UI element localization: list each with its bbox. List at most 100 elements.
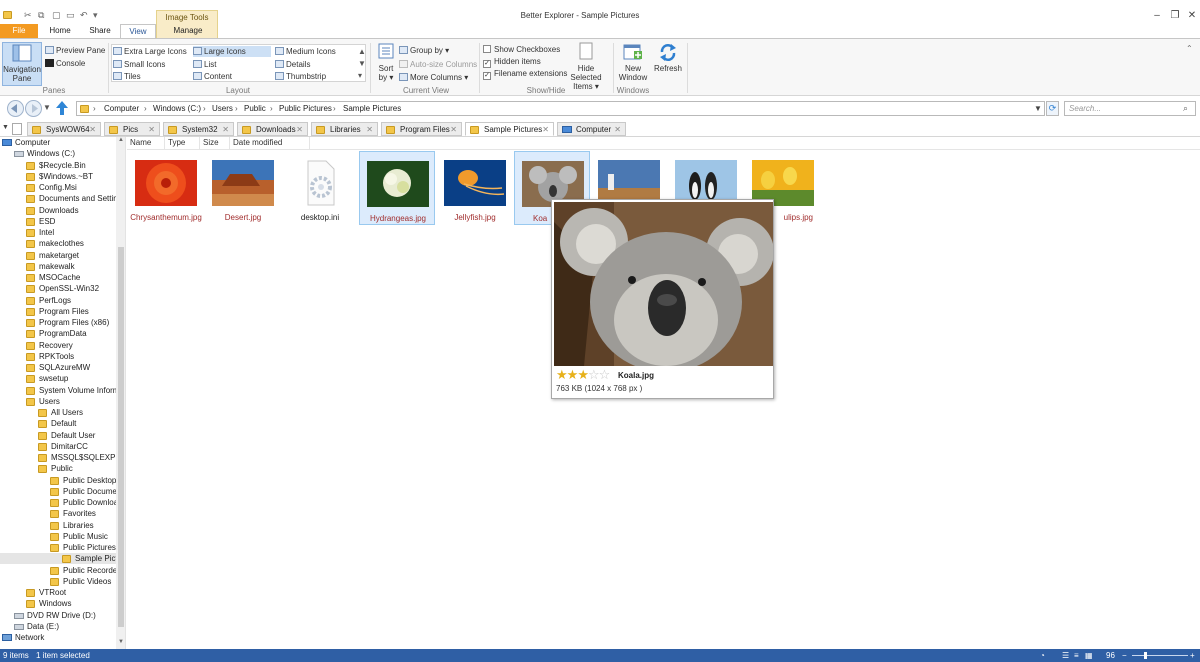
tab-list-dropdown-icon[interactable]: ▼ bbox=[2, 124, 10, 134]
tab-view[interactable]: View bbox=[120, 24, 156, 39]
tree-scrollbar[interactable]: ▲ ▼ bbox=[116, 137, 125, 649]
tree-item[interactable]: Windows bbox=[0, 598, 116, 609]
tree-item[interactable]: DVD RW Drive (D:) bbox=[0, 610, 116, 621]
up-button[interactable] bbox=[55, 100, 69, 118]
breadcrumb-public[interactable]: Public bbox=[244, 104, 266, 113]
breadcrumb-computer[interactable]: Computer bbox=[104, 104, 139, 113]
tab-program-files[interactable]: Program Files ✕ bbox=[381, 122, 462, 136]
tree-item[interactable]: Config.Msi bbox=[0, 182, 116, 193]
hidden-items-toggle[interactable]: ✓ Hidden items bbox=[483, 56, 541, 68]
file-tile-jellyfish[interactable]: Jellyfish.jpg bbox=[437, 151, 513, 225]
file-tile-hydrangeas[interactable]: Hydrangeas.jpg bbox=[359, 151, 435, 225]
tab-system32[interactable]: System32 ✕ bbox=[163, 122, 234, 136]
tree-item[interactable]: Downloads bbox=[0, 205, 116, 216]
tab-share[interactable]: Share bbox=[82, 24, 118, 38]
tree-item[interactable]: MSOCache bbox=[0, 272, 116, 283]
tab-home[interactable]: Home bbox=[42, 24, 78, 38]
show-checkboxes-toggle[interactable]: Show Checkboxes bbox=[483, 44, 560, 55]
zoom-out-icon[interactable]: − bbox=[1122, 649, 1127, 662]
close-button[interactable]: ✕ bbox=[1182, 8, 1200, 24]
zoom-in-icon[interactable]: + bbox=[1190, 649, 1195, 662]
layout-list[interactable]: List bbox=[193, 59, 216, 70]
tree-item[interactable]: Sample Pictures bbox=[0, 553, 125, 565]
console-button[interactable]: Console bbox=[45, 58, 85, 69]
tree-item[interactable]: Public Music bbox=[0, 531, 116, 542]
tree-item[interactable]: Computer bbox=[0, 137, 116, 148]
gallery-scroll-down-icon[interactable]: ▼ bbox=[358, 58, 366, 69]
tree-item[interactable]: ProgramData bbox=[0, 328, 116, 339]
tree-item[interactable]: Users bbox=[0, 396, 116, 407]
tab-close-icon[interactable]: ✕ bbox=[614, 124, 621, 135]
tree-item[interactable]: makeclothes bbox=[0, 238, 116, 249]
star-filled-icon[interactable]: ★ bbox=[567, 367, 579, 382]
layout-large-icons[interactable]: Large Icons bbox=[193, 46, 271, 57]
tab-close-icon[interactable]: ✕ bbox=[222, 124, 229, 135]
view-list-icon[interactable]: ≡ bbox=[1074, 649, 1079, 662]
minimize-button[interactable]: – bbox=[1147, 8, 1167, 24]
navigation-pane-button[interactable]: Navigation Pane bbox=[2, 42, 42, 86]
view-icons-icon[interactable]: ▦ bbox=[1085, 649, 1093, 662]
tree-item[interactable]: Network bbox=[0, 632, 116, 643]
breadcrumb-public-pictures[interactable]: Public Pictures bbox=[279, 104, 332, 113]
tree-item[interactable]: System Volume Information bbox=[0, 385, 125, 396]
tree-item[interactable]: Favorites bbox=[0, 508, 116, 519]
tab-file[interactable]: File bbox=[0, 24, 38, 38]
tree-item[interactable]: All Users bbox=[0, 407, 116, 418]
refresh-button[interactable]: Refresh bbox=[652, 42, 684, 73]
tree-item[interactable]: Default bbox=[0, 418, 116, 429]
column-header-type[interactable]: Type bbox=[165, 137, 200, 149]
sort-by-button[interactable]: Sort by ▾ bbox=[374, 42, 398, 82]
star-filled-icon[interactable]: ★ bbox=[556, 367, 568, 382]
column-header-name[interactable]: Name bbox=[127, 137, 165, 149]
tree-item[interactable]: Intel bbox=[0, 227, 116, 238]
layout-medium-icons[interactable]: Medium Icons bbox=[275, 46, 357, 57]
file-tile-chrysanthemum[interactable]: Chrysanthemum.jpg bbox=[128, 151, 204, 225]
scroll-up-icon[interactable]: ▲ bbox=[118, 137, 124, 143]
scroll-down-icon[interactable]: ▼ bbox=[118, 639, 124, 645]
tree-item[interactable]: RPKTools bbox=[0, 351, 116, 362]
tree-item[interactable]: Windows (C:) bbox=[0, 148, 116, 159]
group-by-button[interactable]: Group by ▾ bbox=[399, 45, 449, 56]
tree-item[interactable]: Public Documents bbox=[0, 486, 125, 497]
tree-item[interactable]: Libraries bbox=[0, 520, 116, 531]
filename-extensions-toggle[interactable]: ✓ Filename extensions bbox=[483, 68, 567, 80]
tab-close-icon[interactable]: ✕ bbox=[542, 124, 549, 135]
gallery-expand-icon[interactable]: ▾ bbox=[358, 70, 362, 81]
tree-item[interactable]: Public Videos bbox=[0, 576, 116, 587]
tree-item[interactable]: Program Files bbox=[0, 306, 116, 317]
layout-small-icons[interactable]: Small Icons bbox=[113, 59, 165, 70]
address-bar[interactable]: › Computer › Windows (C:) › Users › Publ… bbox=[76, 101, 1045, 116]
scrollbar-thumb[interactable] bbox=[118, 247, 124, 627]
tree-item[interactable]: Public bbox=[0, 463, 116, 474]
more-columns-button[interactable]: More Columns ▾ bbox=[399, 72, 468, 83]
layout-tiles[interactable]: Tiles bbox=[113, 71, 141, 82]
zoom-slider-thumb[interactable] bbox=[1144, 652, 1147, 659]
share-icon[interactable]: ◔ bbox=[1040, 649, 1045, 662]
tree-item[interactable]: PerfLogs bbox=[0, 295, 116, 306]
tab-close-icon[interactable]: ✕ bbox=[366, 124, 373, 135]
breadcrumb-users[interactable]: Users bbox=[212, 104, 233, 113]
tree-item[interactable]: $Recycle.Bin bbox=[0, 160, 116, 171]
address-dropdown-icon[interactable]: ▼ bbox=[1034, 104, 1042, 113]
tab-close-icon[interactable]: ✕ bbox=[148, 124, 155, 135]
column-header-size[interactable]: Size bbox=[200, 137, 230, 149]
tree-item[interactable]: $Windows.~BT bbox=[0, 171, 116, 182]
tree-item[interactable]: Default User bbox=[0, 430, 116, 441]
file-tile-desktop-ini[interactable]: desktop.ini bbox=[282, 151, 358, 225]
tree-item[interactable]: Recovery bbox=[0, 340, 116, 351]
star-empty-icon[interactable]: ☆ bbox=[588, 367, 600, 382]
auto-size-columns-button[interactable]: Auto-size Columns bbox=[399, 59, 477, 70]
tree-item[interactable]: Public Pictures bbox=[0, 542, 116, 553]
tab-syswow64[interactable]: SysWOW64 ✕ bbox=[27, 122, 101, 136]
tree-item[interactable]: swsetup bbox=[0, 373, 116, 384]
tab-sample-pictures[interactable]: Sample Pictures ✕ bbox=[465, 122, 554, 136]
new-window-button[interactable]: New Window bbox=[616, 42, 650, 82]
tab-close-icon[interactable]: ✕ bbox=[450, 124, 457, 135]
star-filled-icon[interactable]: ★ bbox=[577, 367, 589, 382]
tree-item[interactable]: DimitarCC bbox=[0, 441, 116, 452]
tree-item[interactable]: Program Files (x86) bbox=[0, 317, 116, 328]
tree-item[interactable]: maketarget bbox=[0, 250, 116, 261]
tab-manage[interactable]: Manage bbox=[160, 24, 216, 38]
tab-libraries[interactable]: Libraries ✕ bbox=[311, 122, 378, 136]
tab-close-icon[interactable]: ✕ bbox=[296, 124, 303, 135]
